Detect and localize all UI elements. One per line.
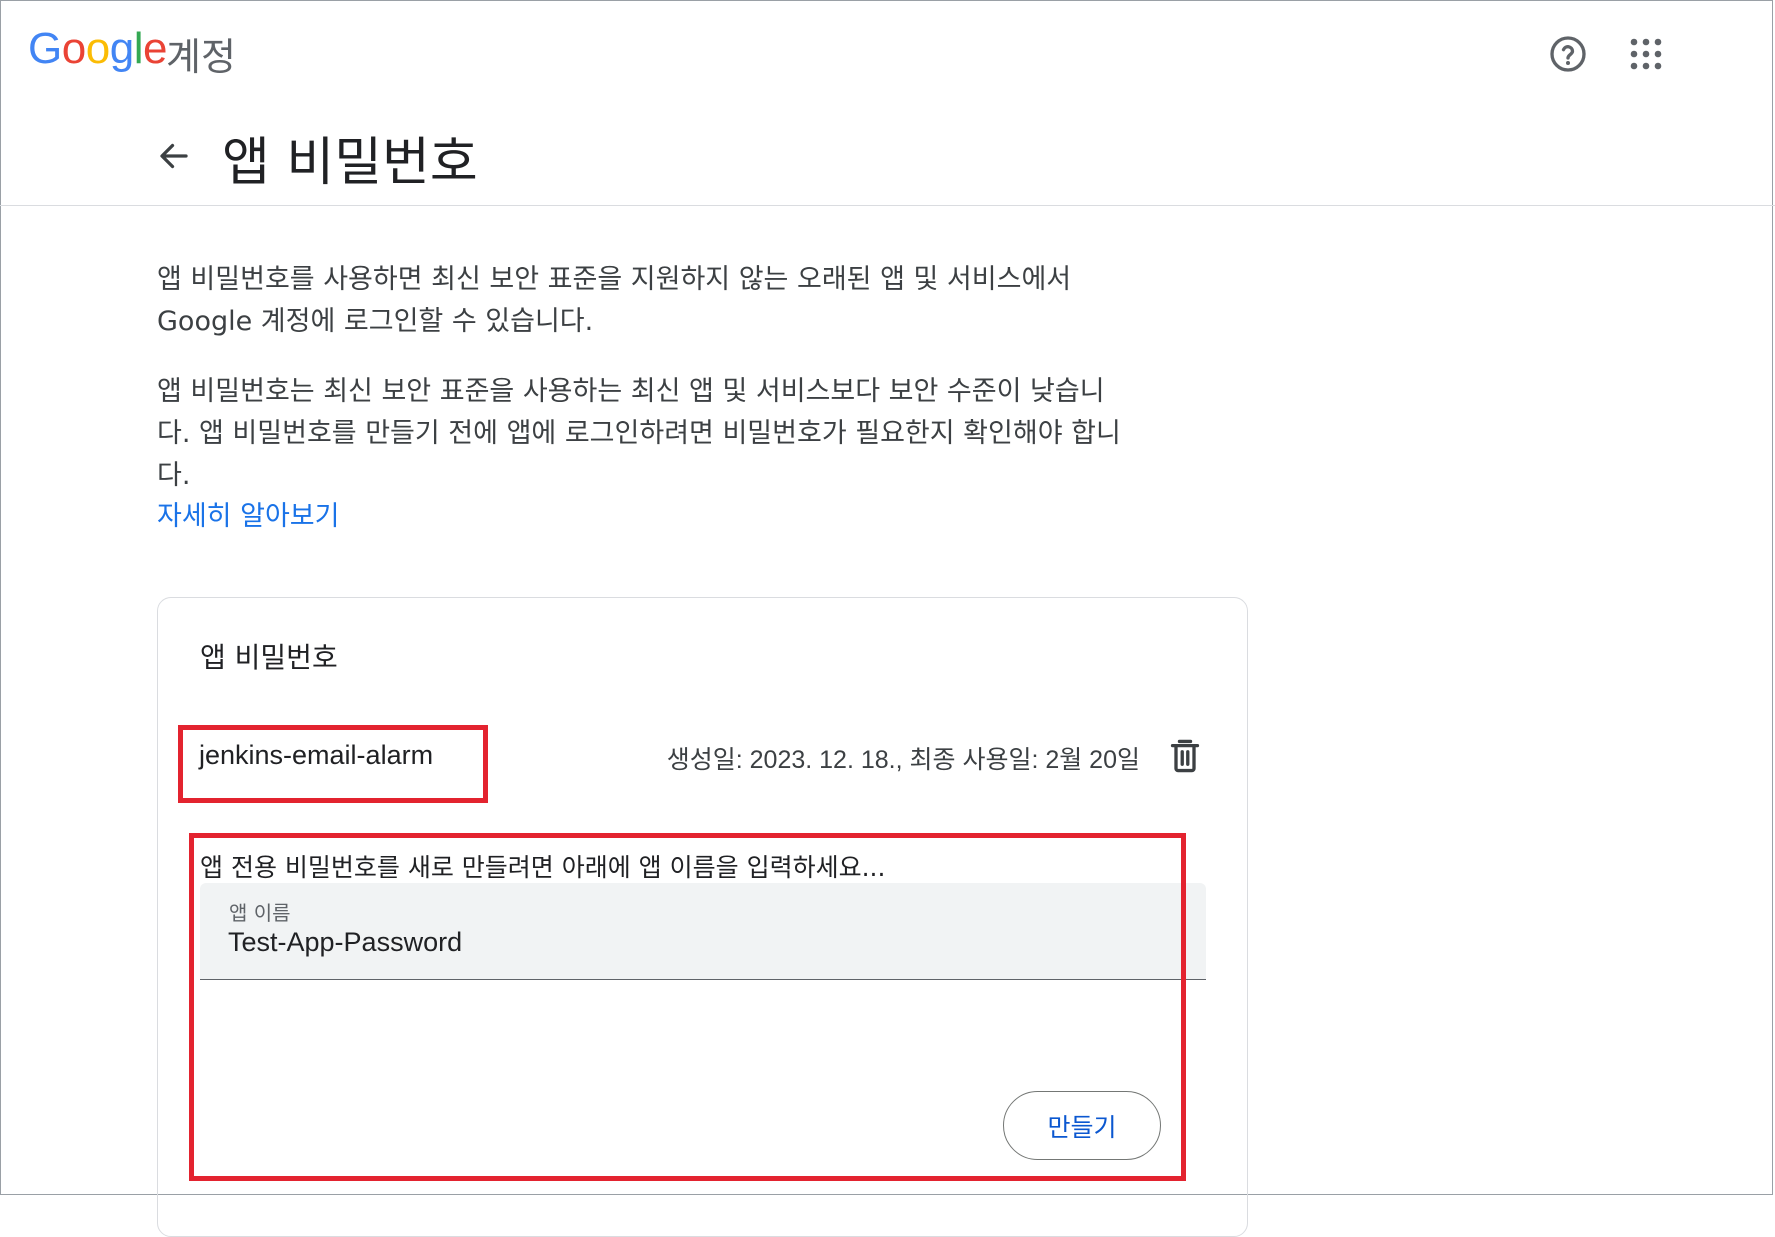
logo-letter: G bbox=[28, 24, 62, 73]
logo-letter: e bbox=[142, 24, 167, 73]
back-button[interactable] bbox=[148, 130, 200, 182]
page-title: 앱 비밀번호 bbox=[222, 133, 478, 193]
delete-password-button[interactable] bbox=[1163, 734, 1207, 778]
learn-more-link[interactable]: 자세히 알아보기 bbox=[157, 496, 339, 538]
card-title: 앱 비밀번호 bbox=[200, 641, 338, 674]
logo-letter: o bbox=[61, 24, 86, 73]
logo-letter: o bbox=[85, 24, 110, 73]
logo-letter: l bbox=[133, 24, 144, 73]
intro-paragraph-2: 앱 비밀번호는 최신 보안 표준을 사용하는 최신 앱 및 서비스보다 보안 수… bbox=[157, 376, 1121, 491]
highlight-box bbox=[178, 725, 488, 803]
apps-grid-icon bbox=[1630, 38, 1662, 70]
help-button[interactable] bbox=[1544, 30, 1592, 78]
google-logo[interactable]: Google bbox=[28, 24, 167, 74]
app-password-meta: 생성일: 2023. 12. 18., 최종 사용일: 2월 20일 bbox=[666, 746, 1140, 774]
logo-letter: g bbox=[109, 24, 134, 73]
highlight-box bbox=[189, 833, 1186, 1181]
product-name: 계정 bbox=[166, 35, 236, 79]
intro-paragraph-1: 앱 비밀번호를 사용하면 최신 보안 표준을 지원하지 않는 오래된 앱 및 서… bbox=[157, 264, 1072, 337]
trash-icon bbox=[1170, 739, 1200, 773]
help-circle-icon bbox=[1550, 36, 1586, 72]
arrow-back-icon bbox=[160, 143, 188, 169]
apps-button[interactable] bbox=[1622, 30, 1670, 78]
